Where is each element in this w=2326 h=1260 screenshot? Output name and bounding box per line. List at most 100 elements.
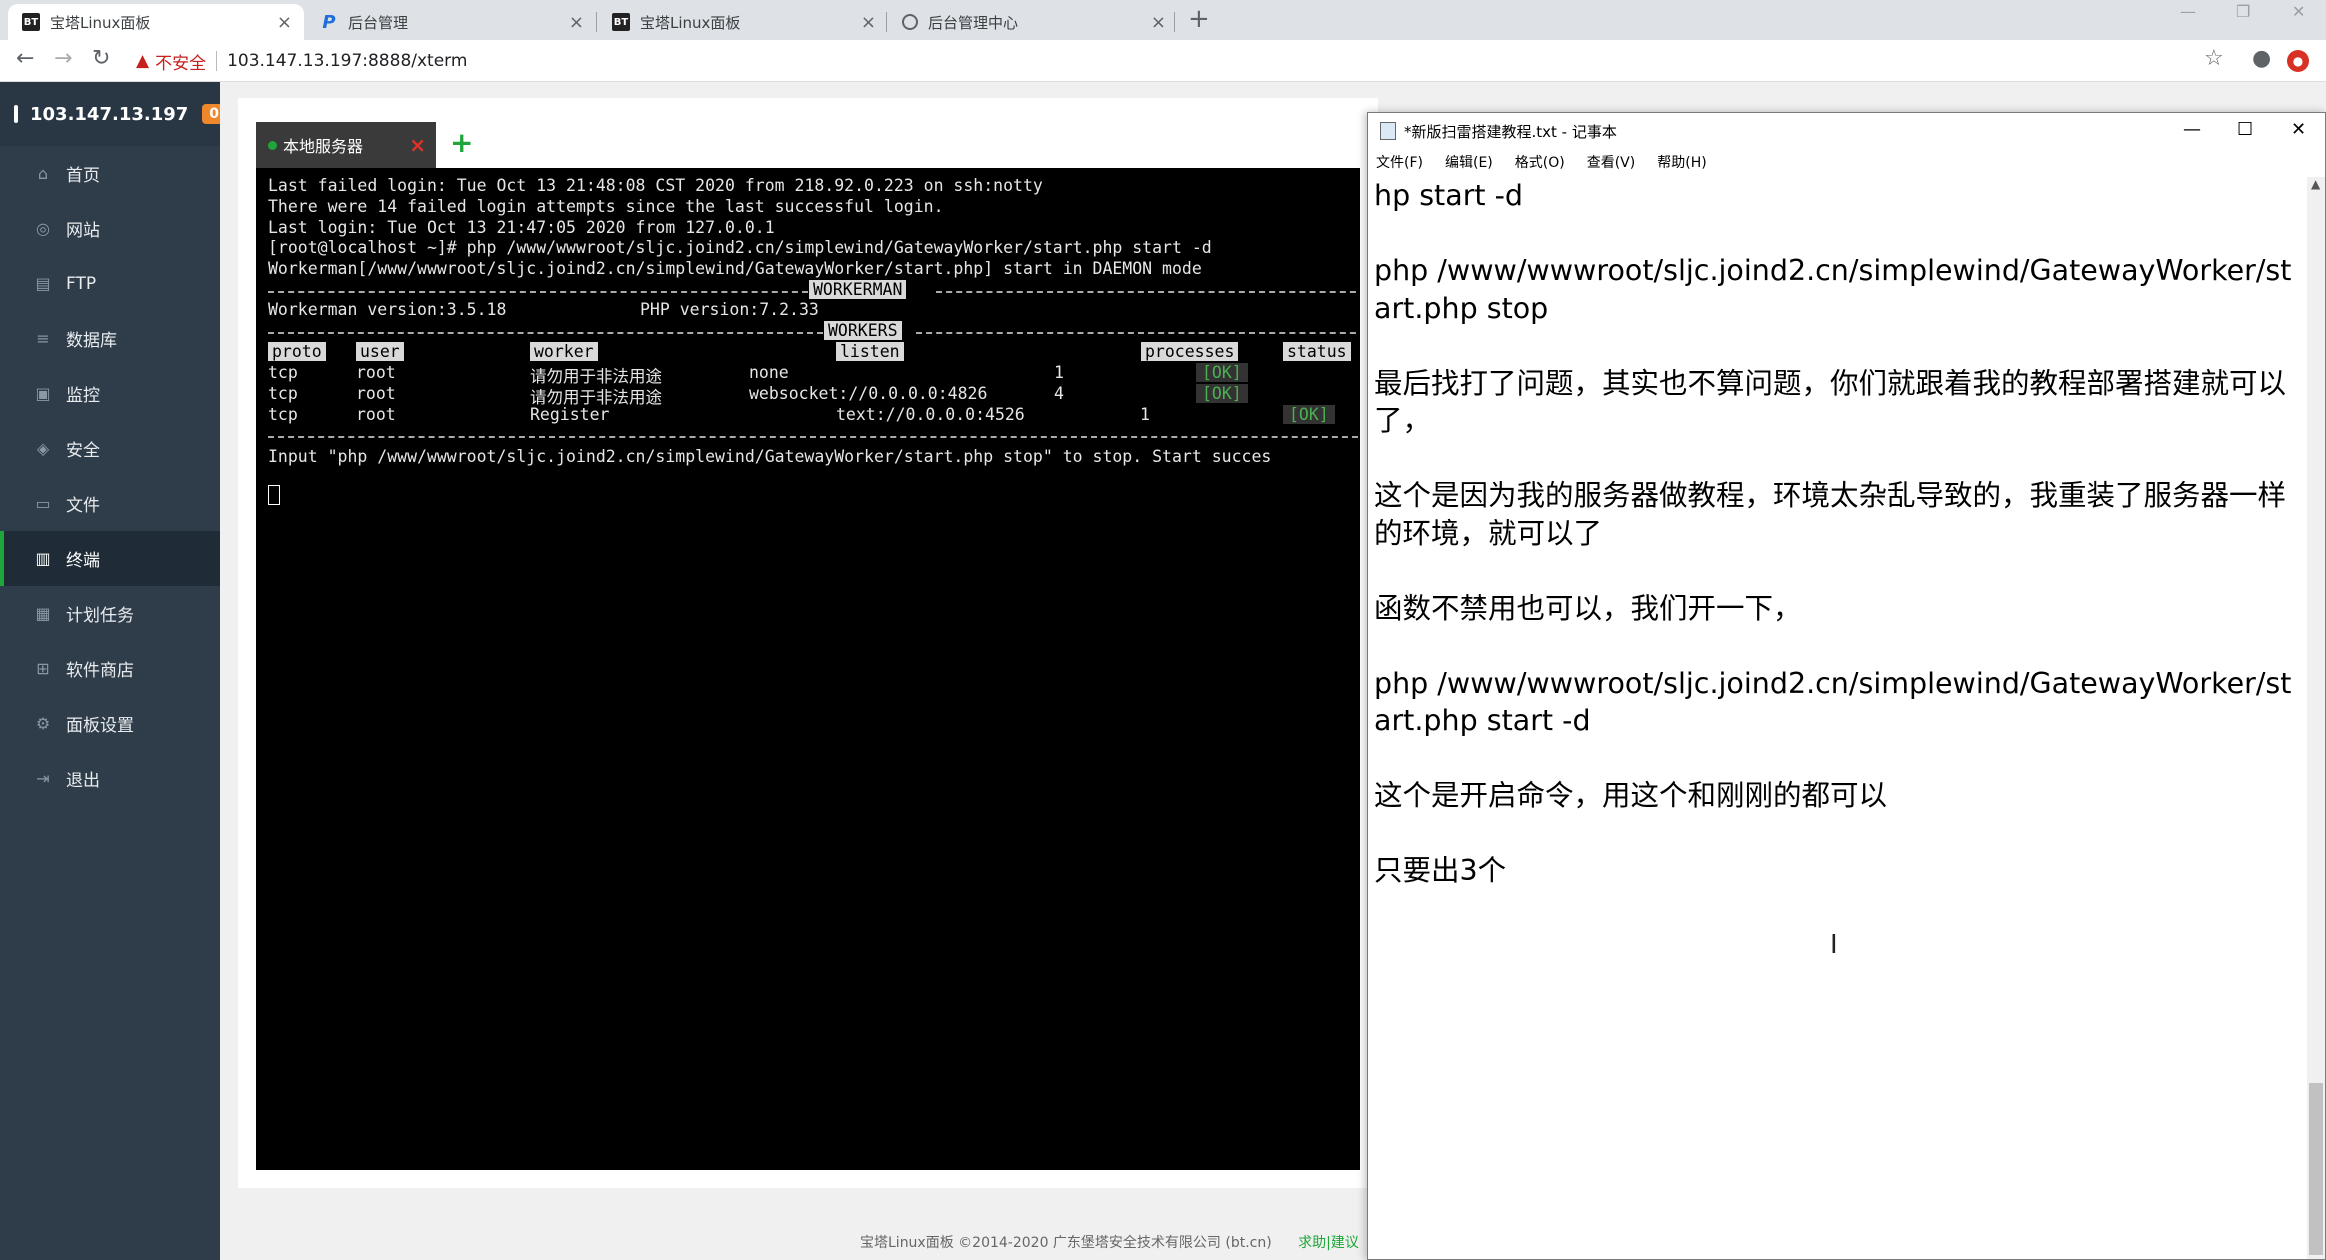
sidebar-item-label: 数据库 xyxy=(66,331,117,351)
sidebar-item-terminal[interactable]: ▥ 终端 xyxy=(0,531,220,586)
row2-proto: tcp xyxy=(268,384,298,403)
browser-tab-1[interactable]: BT 宝塔Linux面板 × xyxy=(8,4,304,40)
bt-favicon-icon: BT xyxy=(612,13,630,31)
notepad-title: *新版扫雷搭建教程.txt - 记事本 xyxy=(1404,122,1617,141)
terminal-screen[interactable]: Last failed login: Tue Oct 13 21:48:08 C… xyxy=(256,168,1360,1170)
menu-edit[interactable]: 编辑(E) xyxy=(1445,152,1493,172)
header-user: user xyxy=(356,342,404,361)
monitor-icon: ▣ xyxy=(35,384,51,403)
terminal-tab-label: 本地服务器 xyxy=(283,137,364,156)
database-icon: ≡ xyxy=(36,329,50,348)
p-favicon-icon: P xyxy=(322,11,336,33)
ftp-icon: ▤ xyxy=(35,274,51,293)
browser-tab-3[interactable]: BT 宝塔Linux面板 × xyxy=(598,4,888,40)
folder-icon: ▭ xyxy=(35,494,51,513)
sidebar-item-label: 软件商店 xyxy=(66,661,134,681)
row3-status: [OK] xyxy=(1283,405,1335,424)
scroll-up-icon[interactable]: ▲ xyxy=(2311,177,2320,191)
sidebar-item-cron[interactable]: ▦ 计划任务 xyxy=(0,586,220,641)
logout-icon: ⇥ xyxy=(36,769,50,788)
sidebar-item-label: 终端 xyxy=(66,551,100,571)
address-bar[interactable]: ▲ 不安全 103.147.13.197:8888/xterm xyxy=(136,44,2196,78)
warning-icon: ▲ xyxy=(136,51,150,71)
sidebar-item-logout[interactable]: ⇥ 退出 xyxy=(0,751,220,806)
browser-tab-2[interactable]: P 后台管理 × xyxy=(306,4,596,40)
browser-tab-4[interactable]: 后台管理中心 × xyxy=(888,4,1178,40)
sidebar-item-label: 网站 xyxy=(66,221,100,241)
sidebar-item-label: 首页 xyxy=(66,166,100,186)
row1-listen: none xyxy=(749,363,789,382)
account-icon[interactable]: ● xyxy=(2252,46,2271,71)
sidebar-item-settings[interactable]: ⚙ 面板设置 xyxy=(0,696,220,751)
menu-format[interactable]: 格式(O) xyxy=(1515,152,1565,172)
sidebar: 103.147.13.197 0 ⌂ 首页 ◎ 网站 ▤ FTP ≡ 数据库 ▣ 监控 ◈… xyxy=(0,82,227,1260)
terminal-divider xyxy=(268,436,1360,438)
extension-icon[interactable]: ● xyxy=(2287,50,2309,72)
sidebar-item-website[interactable]: ◎ 网站 xyxy=(0,201,220,256)
shield-icon: ◈ xyxy=(36,439,50,458)
restore-window-icon[interactable]: ❐ xyxy=(2236,2,2250,21)
close-tab-icon[interactable]: × xyxy=(569,12,584,33)
header-proto: proto xyxy=(268,342,326,361)
monitor-icon xyxy=(14,105,18,123)
globe-favicon-icon xyxy=(902,14,918,30)
menu-view[interactable]: 查看(V) xyxy=(1587,152,1636,172)
row1-proto: tcp xyxy=(268,363,298,382)
header-worker: worker xyxy=(530,342,598,361)
home-icon: ⌂ xyxy=(37,164,49,183)
terminal-line: Workerman[/www/wwwroot/sljc.joind2.cn/si… xyxy=(268,259,1202,278)
sidebar-item-monitor[interactable]: ▣ 监控 xyxy=(0,366,220,421)
back-icon[interactable]: ← xyxy=(16,46,34,71)
header-listen: listen xyxy=(836,342,904,361)
notepad-window: *新版扫雷搭建教程.txt - 记事本 — ☐ ✕ 文件(F) 编辑(E) 格式… xyxy=(1367,112,2326,1260)
gear-icon: ⚙ xyxy=(35,714,51,733)
notepad-menubar: 文件(F) 编辑(E) 格式(O) 查看(V) 帮助(H) xyxy=(1368,149,2325,175)
bookmark-star-icon[interactable]: ☆ xyxy=(2204,46,2224,71)
tab-label: 宝塔Linux面板 xyxy=(640,13,741,32)
address-separator xyxy=(216,51,218,71)
sidebar-item-store[interactable]: ⊞ 软件商店 xyxy=(0,641,220,696)
minimize-icon[interactable]: — xyxy=(2183,119,2201,140)
forward-icon[interactable]: → xyxy=(54,46,72,71)
row2-listen: websocket://0.0.0.0:4826 xyxy=(749,384,988,403)
new-tab-icon[interactable]: + xyxy=(1188,4,1210,34)
bt-favicon-icon: BT xyxy=(22,13,40,31)
close-icon[interactable]: ✕ xyxy=(2291,119,2306,140)
terminal-tab[interactable]: 本地服务器 × xyxy=(256,122,436,168)
globe-icon: ◎ xyxy=(36,219,50,238)
close-tab-icon[interactable]: × xyxy=(861,12,876,33)
notepad-scrollbar[interactable]: ▲ xyxy=(2307,177,2325,1259)
close-terminal-icon[interactable]: × xyxy=(409,133,426,157)
header-status: status xyxy=(1283,342,1351,361)
menu-help[interactable]: 帮助(H) xyxy=(1657,152,1706,172)
tab-separator xyxy=(886,12,887,32)
sidebar-item-files[interactable]: ▭ 文件 xyxy=(0,476,220,531)
scrollbar-thumb[interactable] xyxy=(2309,1083,2323,1255)
header-processes: processes xyxy=(1141,342,1239,361)
row1-user: root xyxy=(356,363,396,382)
add-terminal-icon[interactable]: + xyxy=(450,126,473,159)
minimize-window-icon[interactable]: — xyxy=(2180,2,2196,21)
sidebar-item-security[interactable]: ◈ 安全 xyxy=(0,421,220,476)
workers-title: WORKERS xyxy=(824,321,902,340)
url-text: 103.147.13.197:8888/xterm xyxy=(227,51,468,71)
sidebar-item-ftp[interactable]: ▤ FTP xyxy=(0,256,220,311)
footer-help-link[interactable]: 求助|建议 xyxy=(1298,1235,1359,1251)
terminal-divider xyxy=(916,332,1360,334)
php-version: PHP version:7.2.33 xyxy=(640,300,819,319)
terminal-final-line: Input "php /www/wwwroot/sljc.joind2.cn/s… xyxy=(268,447,1272,466)
menu-file[interactable]: 文件(F) xyxy=(1376,152,1423,172)
sidebar-item-home[interactable]: ⌂ 首页 xyxy=(0,146,220,201)
terminal-divider xyxy=(936,291,1360,293)
close-tab-icon[interactable]: × xyxy=(277,12,292,33)
close-window-icon[interactable]: ✕ xyxy=(2292,2,2305,21)
sidebar-item-database[interactable]: ≡ 数据库 xyxy=(0,311,220,366)
row1-status: [OK] xyxy=(1196,363,1248,382)
close-tab-icon[interactable]: × xyxy=(1151,12,1166,33)
maximize-icon[interactable]: ☐ xyxy=(2237,119,2253,140)
notepad-text-area[interactable]: hp start -d php /www/wwwroot/sljc.joind2… xyxy=(1374,177,2294,1257)
notepad-titlebar: *新版扫雷搭建教程.txt - 记事本 — ☐ ✕ xyxy=(1368,113,2325,149)
sidebar-item-label: 面板设置 xyxy=(66,716,134,736)
reload-icon[interactable]: ↻ xyxy=(92,46,110,71)
sidebar-item-label: FTP xyxy=(66,273,97,294)
